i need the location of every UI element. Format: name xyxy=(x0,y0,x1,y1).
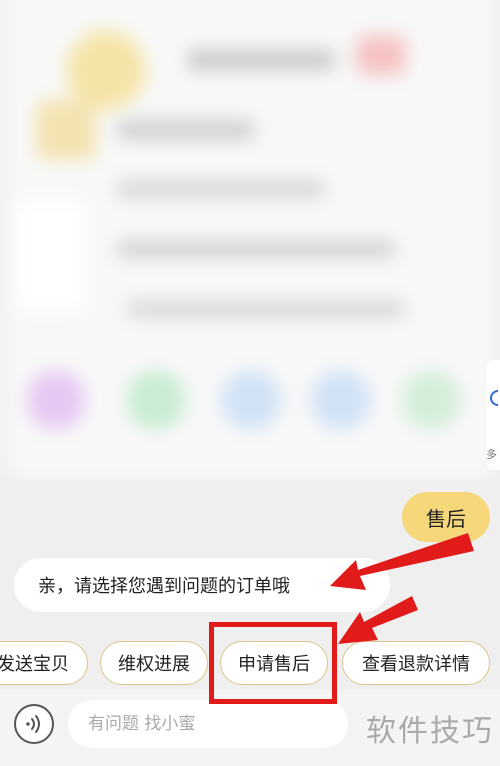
side-card[interactable]: 多 xyxy=(486,360,500,470)
side-card-label: 多 xyxy=(486,448,497,461)
voice-input-button[interactable] xyxy=(14,704,54,744)
quick-reply-send-item[interactable]: 发送宝贝 xyxy=(0,641,88,685)
blurred-order-card xyxy=(0,0,500,480)
message-input[interactable] xyxy=(68,700,348,748)
voice-icon xyxy=(26,715,40,733)
quick-reply-dispute-progress[interactable]: 维权进展 xyxy=(100,641,208,685)
watermark: 软件技巧 xyxy=(366,714,494,749)
quick-reply-refund-details[interactable]: 查看退款详情 xyxy=(342,641,490,685)
highlight-box xyxy=(209,622,337,704)
bot-message-bubble: 亲，请选择您遇到问题的订单哦 xyxy=(14,558,390,612)
user-message-bubble: 售后 xyxy=(402,492,490,542)
side-card-icon xyxy=(490,390,498,406)
